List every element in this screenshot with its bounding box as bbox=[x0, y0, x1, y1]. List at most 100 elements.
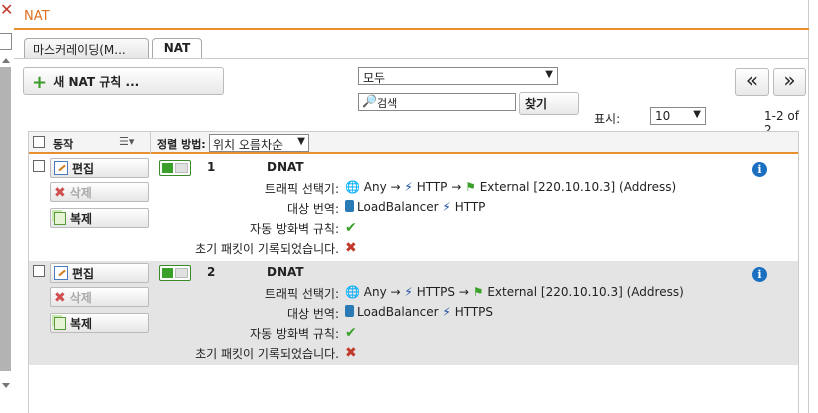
auto-firewall-label: 자동 방화벽 규칙: bbox=[250, 327, 339, 341]
edit-label: 편집 bbox=[72, 162, 95, 176]
service-icon: ⚡ bbox=[442, 305, 451, 319]
edit-button[interactable]: 편집 bbox=[50, 158, 149, 178]
search-icon: 🔎 bbox=[362, 94, 377, 108]
search-value: 검색 bbox=[377, 97, 398, 110]
edit-icon bbox=[54, 161, 68, 175]
traffic-selector-value: 🌐 Any → ⚡ HTTP → ⚑ External [220.10.10.3… bbox=[345, 180, 676, 194]
delete-icon: ✖ bbox=[54, 290, 66, 306]
next-page-button[interactable]: » bbox=[773, 68, 806, 96]
table-header: 동작 ☰▾ 정렬 방법: 위치 오름차순 ▼ bbox=[29, 132, 798, 154]
copy-icon bbox=[54, 212, 66, 225]
sort-select[interactable]: 위치 오름차순 ▼ bbox=[209, 134, 309, 152]
row-checkbox[interactable] bbox=[33, 160, 45, 172]
close-icon[interactable]: ✕ bbox=[0, 2, 13, 18]
title-divider bbox=[14, 28, 809, 30]
cross-icon: ✖ bbox=[345, 345, 357, 361]
toggle-on bbox=[162, 163, 173, 173]
sort-label: 정렬 방법: bbox=[157, 138, 206, 151]
filter-value: 모두 bbox=[363, 71, 386, 85]
delete-label: 삭제 bbox=[69, 291, 92, 305]
info-icon[interactable]: i bbox=[752, 162, 767, 177]
chevron-down-icon: ▼ bbox=[545, 69, 553, 80]
delete-label: 삭제 bbox=[69, 186, 92, 200]
dest-service: HTTPS bbox=[454, 305, 494, 319]
rule-enabled-toggle[interactable] bbox=[159, 160, 191, 176]
row-checkbox[interactable] bbox=[33, 265, 45, 277]
check-icon: ✔ bbox=[345, 325, 357, 341]
plus-icon: + bbox=[32, 72, 48, 93]
info-icon[interactable]: i bbox=[752, 267, 767, 282]
nat-panel: NAT 마스커레이딩(M... NAT + 새 NAT 규칙 ... 모두 ▼ … bbox=[14, 0, 809, 413]
service-icon: ⚡ bbox=[442, 200, 451, 214]
traffic-selector-value: 🌐 Any → ⚡ HTTPS → ⚑ External [220.10.10.… bbox=[345, 285, 684, 299]
copy-label: 복제 bbox=[70, 212, 93, 226]
auto-firewall-label: 자동 방화벽 규칙: bbox=[250, 222, 339, 236]
action-column-header: 동작 bbox=[53, 138, 74, 151]
scroll-up-icon[interactable] bbox=[2, 58, 10, 63]
log-initial-value: ✖ bbox=[345, 345, 357, 361]
log-initial-label: 초기 패킷이 기록되었습니다. bbox=[195, 242, 339, 256]
service-icon: ⚡ bbox=[404, 180, 413, 194]
copy-button[interactable]: 복제 bbox=[50, 208, 149, 228]
chevron-down-icon: ▼ bbox=[297, 136, 305, 147]
check-icon: ✔ bbox=[345, 220, 357, 236]
new-nat-rule-button[interactable]: + 새 NAT 규칙 ... bbox=[23, 67, 224, 95]
per-page-value: 10 bbox=[655, 109, 671, 123]
network-flag-icon: ⚑ bbox=[472, 285, 484, 299]
globe-icon: 🌐 bbox=[345, 285, 360, 299]
filter-select[interactable]: 모두 ▼ bbox=[358, 67, 558, 85]
dest-host: LoadBalancer bbox=[357, 305, 439, 319]
per-page-select[interactable]: 10 ▼ bbox=[650, 107, 706, 125]
rule-type: DNAT bbox=[267, 160, 304, 174]
copy-button[interactable]: 복제 bbox=[50, 313, 149, 333]
scroll-down-icon[interactable] bbox=[2, 383, 10, 388]
rule-type: DNAT bbox=[267, 265, 304, 279]
per-page-label: 표시: bbox=[594, 112, 621, 126]
delete-button[interactable]: ✖ 삭제 bbox=[50, 287, 149, 307]
new-nat-rule-label: 새 NAT 규칙 ... bbox=[53, 75, 140, 89]
service-icon: ⚡ bbox=[404, 285, 413, 299]
network-flag-icon: ⚑ bbox=[465, 180, 476, 194]
dest-translation-value: LoadBalancer ⚡ HTTPS bbox=[345, 305, 493, 319]
page-title: NAT bbox=[24, 9, 50, 24]
rule-enabled-toggle[interactable] bbox=[159, 265, 191, 281]
tab-nat[interactable]: NAT bbox=[152, 38, 202, 59]
traffic-selector-label: 트래픽 선택기: bbox=[264, 182, 339, 196]
scrollbar[interactable] bbox=[0, 67, 11, 371]
dest-value: External [220.10.10.3] (Address) bbox=[479, 180, 677, 194]
tab-masquerading[interactable]: 마스커레이딩(M... bbox=[24, 38, 149, 59]
table-row: 편집 ✖ 삭제 복제 1 DNAT 트래픽 선택기: 🌐 Any → ⚡ HTTP… bbox=[29, 156, 798, 260]
edit-label: 편집 bbox=[72, 267, 95, 281]
rule-number: 1 bbox=[207, 160, 216, 174]
left-strip: ✕ bbox=[0, 0, 13, 413]
delete-button[interactable]: ✖ 삭제 bbox=[50, 182, 149, 202]
column-menu-icon[interactable]: ☰▾ bbox=[119, 135, 134, 148]
edit-button[interactable]: 편집 bbox=[50, 263, 149, 283]
auto-firewall-value: ✔ bbox=[345, 220, 357, 236]
left-input[interactable] bbox=[0, 33, 12, 50]
select-all-checkbox[interactable] bbox=[33, 136, 45, 148]
rule-number: 2 bbox=[207, 265, 216, 279]
nat-rules-table: 동작 ☰▾ 정렬 방법: 위치 오름차순 ▼ 편집 ✖ 삭제 복제 1 DNAT… bbox=[28, 131, 799, 413]
arrow-icon: → bbox=[458, 285, 469, 299]
tab-divider bbox=[14, 58, 809, 59]
header-divider bbox=[150, 132, 151, 154]
dest-host: LoadBalancer bbox=[357, 200, 439, 214]
dest-translation-value: LoadBalancer ⚡ HTTP bbox=[345, 200, 485, 214]
toggle-on bbox=[162, 268, 173, 278]
search-input[interactable]: 🔎 검색 bbox=[358, 93, 516, 111]
delete-icon: ✖ bbox=[54, 185, 66, 201]
prev-page-button[interactable]: « bbox=[735, 68, 769, 96]
sort-value: 위치 오름차순 bbox=[213, 138, 284, 152]
copy-icon bbox=[54, 317, 66, 330]
server-icon bbox=[345, 305, 354, 317]
server-icon bbox=[345, 200, 354, 212]
arrow-icon: → bbox=[451, 180, 462, 194]
log-initial-value: ✖ bbox=[345, 240, 357, 256]
dest-translation-label: 대상 번역: bbox=[286, 307, 339, 321]
arrow-icon: → bbox=[390, 285, 401, 299]
edit-icon bbox=[54, 266, 68, 280]
find-button[interactable]: 찾기 bbox=[519, 92, 579, 115]
toggle-off bbox=[175, 268, 188, 278]
auto-firewall-value: ✔ bbox=[345, 325, 357, 341]
